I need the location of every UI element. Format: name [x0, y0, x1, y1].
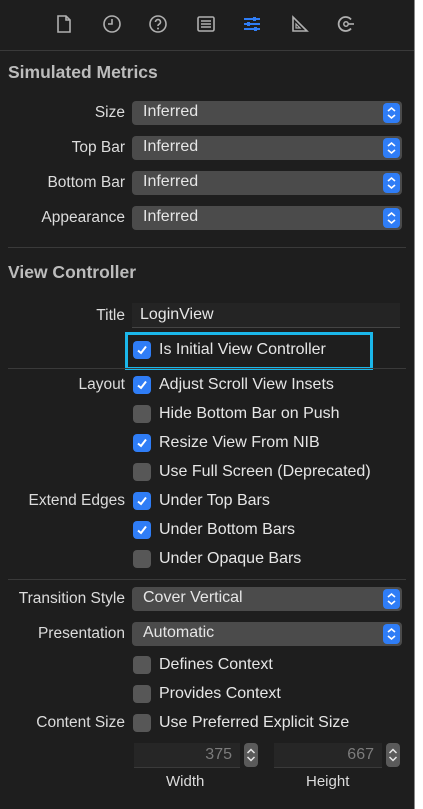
- width-label: Width: [166, 773, 205, 790]
- hide-bottom-bar-checkbox[interactable]: Hide Bottom Bar on Push: [133, 403, 340, 425]
- presentation-value: Automatic: [143, 624, 215, 641]
- attributes-icon[interactable]: [240, 12, 264, 36]
- adjust-scroll-insets-label: Adjust Scroll View Insets: [159, 376, 334, 393]
- identity-icon[interactable]: [194, 12, 218, 36]
- height-value: 667: [347, 746, 374, 763]
- attributes-inspector: Simulated Metrics Size Inferred Top Bar …: [0, 0, 414, 809]
- chevron-updown-icon: [383, 624, 400, 644]
- height-stepper[interactable]: [386, 743, 400, 767]
- under-bottom-bars-label: Under Bottom Bars: [159, 521, 296, 538]
- transition-style-popup[interactable]: Cover Vertical: [132, 587, 402, 611]
- appearance-label: Appearance: [41, 209, 125, 226]
- under-top-bars-checkbox[interactable]: Under Top Bars: [133, 490, 270, 512]
- checkbox-empty-icon: [133, 463, 151, 481]
- presentation-popup[interactable]: Automatic: [132, 622, 402, 646]
- resize-from-nib-label: Resize View From NIB: [159, 434, 320, 451]
- provides-context-checkbox[interactable]: Provides Context: [133, 683, 281, 705]
- checkbox-empty-icon: [133, 656, 151, 674]
- file-icon[interactable]: [52, 12, 76, 36]
- defines-context-label: Defines Context: [159, 656, 273, 673]
- width-stepper[interactable]: [244, 743, 258, 767]
- content-size-label: Content Size: [36, 714, 125, 731]
- use-full-screen-label: Use Full Screen (Deprecated): [159, 463, 371, 480]
- appearance-value: Inferred: [143, 208, 199, 225]
- title-input[interactable]: [132, 303, 400, 327]
- initial-vc-label: Is Initial View Controller: [159, 341, 326, 358]
- stepper-icon: [388, 748, 398, 762]
- checkbox-empty-icon: [133, 714, 151, 732]
- height-field[interactable]: 667: [274, 743, 382, 768]
- under-opaque-bars-checkbox[interactable]: Under Opaque Bars: [133, 548, 301, 570]
- width-field[interactable]: 375: [134, 743, 240, 768]
- adjust-scroll-insets-checkbox[interactable]: Adjust Scroll View Insets: [133, 374, 334, 396]
- inspector-toolbar: [0, 0, 414, 48]
- under-top-bars-label: Under Top Bars: [159, 492, 270, 509]
- history-icon[interactable]: [100, 12, 124, 36]
- initial-vc-checkbox[interactable]: Is Initial View Controller: [133, 339, 326, 361]
- defines-context-checkbox[interactable]: Defines Context: [133, 654, 273, 676]
- under-opaque-bars-label: Under Opaque Bars: [159, 550, 302, 567]
- presentation-label: Presentation: [37, 625, 125, 642]
- help-icon[interactable]: [146, 12, 170, 36]
- chevron-updown-icon: [383, 103, 400, 123]
- extend-edges-label: Extend Edges: [28, 492, 125, 509]
- checkbox-empty-icon: [133, 405, 151, 423]
- size-value: Inferred: [143, 103, 199, 120]
- height-label: Height: [306, 773, 350, 790]
- appearance-popup[interactable]: Inferred: [132, 206, 402, 230]
- transition-style-value: Cover Vertical: [143, 589, 243, 606]
- stepper-icon: [246, 748, 256, 762]
- preferred-size-label: Use Preferred Explicit Size: [159, 714, 350, 731]
- chevron-updown-icon: [383, 138, 400, 158]
- top-bar-label: Top Bar: [71, 139, 125, 156]
- connections-icon[interactable]: [334, 12, 358, 36]
- simulated-metrics-title: Simulated Metrics: [8, 62, 158, 82]
- checkbox-empty-icon: [133, 685, 151, 703]
- toolbar-divider: [0, 50, 414, 51]
- bottom-bar-label: Bottom Bar: [47, 174, 125, 191]
- panel-border: [414, 0, 415, 809]
- checkmark-icon: [133, 341, 151, 359]
- section-divider: [8, 579, 406, 580]
- layout-label: Layout: [78, 376, 125, 393]
- chevron-updown-icon: [383, 589, 400, 609]
- bottom-bar-popup[interactable]: Inferred: [132, 171, 402, 195]
- checkbox-empty-icon: [133, 550, 151, 568]
- checkmark-icon: [133, 492, 151, 510]
- chevron-updown-icon: [383, 173, 400, 193]
- section-divider: [8, 368, 406, 369]
- checkmark-icon: [133, 434, 151, 452]
- checkmark-icon: [133, 376, 151, 394]
- transition-style-label: Transition Style: [18, 590, 125, 607]
- use-full-screen-checkbox[interactable]: Use Full Screen (Deprecated): [133, 461, 371, 483]
- title-label: Title: [96, 307, 125, 324]
- resize-from-nib-checkbox[interactable]: Resize View From NIB: [133, 432, 320, 454]
- section-divider: [8, 247, 406, 248]
- chevron-updown-icon: [383, 208, 400, 228]
- checkmark-icon: [133, 521, 151, 539]
- size-popup[interactable]: Inferred: [132, 101, 402, 125]
- top-bar-popup[interactable]: Inferred: [132, 136, 402, 160]
- size-label: Size: [94, 104, 125, 121]
- provides-context-label: Provides Context: [159, 685, 281, 702]
- under-bottom-bars-checkbox[interactable]: Under Bottom Bars: [133, 519, 295, 541]
- hide-bottom-bar-label: Hide Bottom Bar on Push: [159, 405, 340, 422]
- title-field[interactable]: [132, 303, 400, 328]
- width-value: 375: [205, 746, 232, 763]
- top-bar-value: Inferred: [143, 138, 199, 155]
- bottom-bar-value: Inferred: [143, 173, 199, 190]
- size-icon[interactable]: [288, 12, 312, 36]
- preferred-size-checkbox[interactable]: Use Preferred Explicit Size: [133, 712, 349, 734]
- view-controller-title: View Controller: [8, 262, 137, 282]
